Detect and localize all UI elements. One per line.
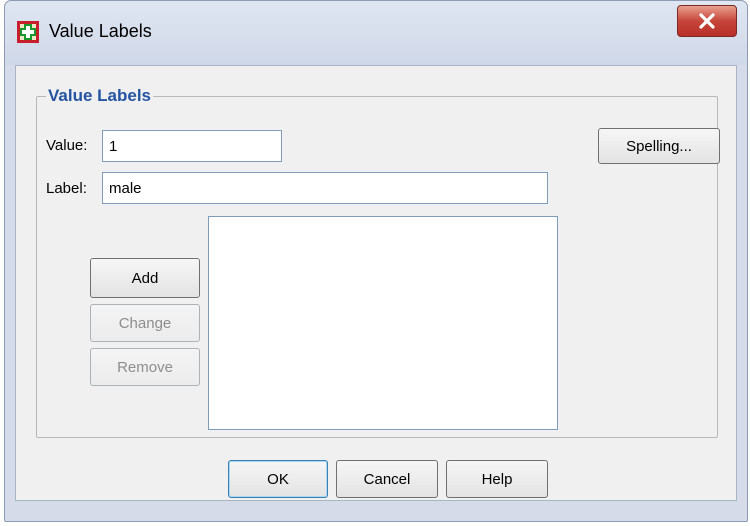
window-title: Value Labels [49, 21, 152, 41]
value-labels-list[interactable] [208, 216, 558, 430]
app-icon [17, 21, 39, 43]
value-input[interactable] [102, 130, 282, 162]
add-button[interactable]: Add [90, 258, 200, 298]
dialog-body: Value Labels Value: Label: Spelling... A… [15, 65, 737, 501]
close-button[interactable] [677, 5, 737, 37]
label-input[interactable] [102, 172, 548, 204]
value-field-label: Value: [46, 137, 88, 154]
close-icon [699, 13, 715, 29]
cancel-button[interactable]: Cancel [336, 460, 438, 498]
spelling-button[interactable]: Spelling... [598, 128, 720, 164]
help-button[interactable]: Help [446, 460, 548, 498]
ok-button[interactable]: OK [228, 460, 328, 498]
group-title: Value Labels [46, 86, 153, 106]
remove-button[interactable]: Remove [90, 348, 200, 386]
label-field-label: Label: [46, 180, 87, 197]
value-labels-dialog: Value Labels Value Labels Value: Label: … [4, 0, 748, 522]
title-bar: Value Labels [5, 1, 747, 65]
change-button[interactable]: Change [90, 304, 200, 342]
